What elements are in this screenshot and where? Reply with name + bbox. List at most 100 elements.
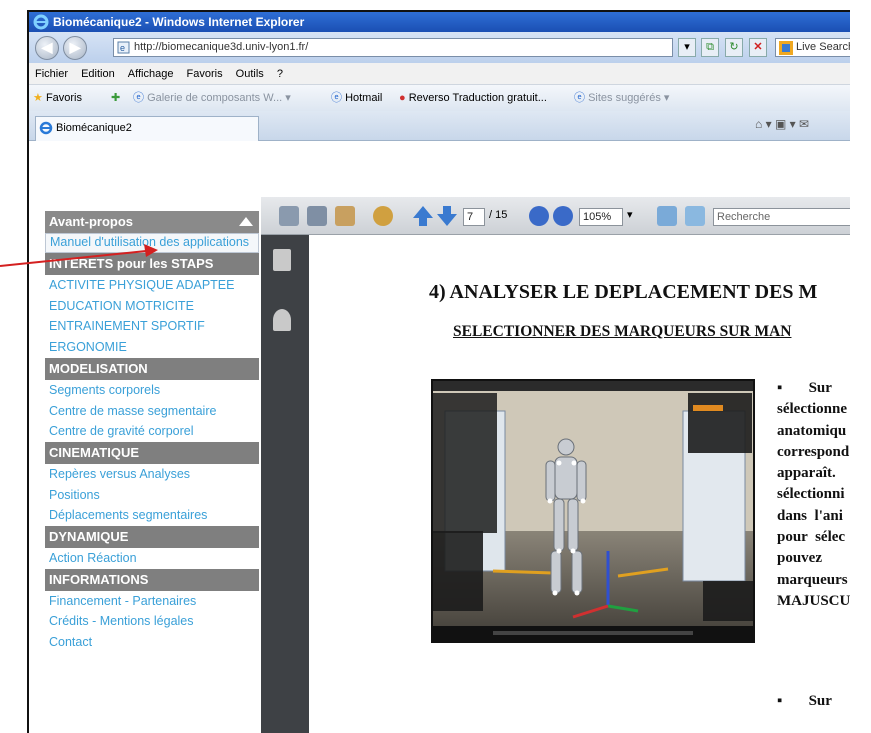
document-subheading: SELECTIONNER DES MARQUEURS SUR MAN bbox=[453, 323, 792, 340]
pdf-document: 4) ANALYSER LE DEPLACEMENT DES M SELECTI… bbox=[309, 235, 871, 733]
document-paragraph: ▪ Sur sélectionne anatomiqu correspond appar… bbox=[777, 378, 860, 612]
hotmail-link[interactable]: ⓔ Hotmail bbox=[331, 85, 382, 111]
menu-edit[interactable]: Edition bbox=[81, 68, 115, 80]
sidebar-header-modelisation[interactable]: MODELISATION bbox=[45, 357, 259, 380]
sidebar-link-deplacements[interactable]: Déplacements segmentaires bbox=[45, 505, 259, 526]
home-icon[interactable]: ⌂ bbox=[755, 117, 762, 131]
sidebar-link-centre-gravite[interactable]: Centre de gravité corporel bbox=[45, 421, 259, 442]
forward-button[interactable]: ▶ bbox=[63, 36, 87, 60]
pages-icon[interactable] bbox=[273, 249, 291, 271]
sidebar-header-dynamique[interactable]: DYNAMIQUE bbox=[45, 526, 259, 549]
comment-icon[interactable] bbox=[373, 206, 393, 226]
sidebar-header-avant-propos[interactable]: Avant-propos bbox=[45, 211, 259, 233]
hotmail-label: Hotmail bbox=[345, 92, 383, 104]
collapse-arrow-icon[interactable] bbox=[239, 217, 253, 226]
sidebar: Avant-propos Manuel d'utilisation des ap… bbox=[45, 211, 259, 653]
page-content: Avant-propos Manuel d'utilisation des ap… bbox=[29, 141, 871, 733]
command-bar: ⌂ ▾ ▣ ▾ ✉ bbox=[755, 117, 810, 131]
sidebar-link-contact[interactable]: Contact bbox=[45, 632, 259, 653]
sidebar-link-apa[interactable]: ACTIVITE PHYSIQUE ADAPTEE bbox=[45, 275, 259, 296]
sidebar-link-reperes[interactable]: Repères versus Analyses bbox=[45, 464, 259, 485]
sidebar-header-cinematique[interactable]: CINEMATIQUE bbox=[45, 441, 259, 464]
paragraph-line: anatomiqu bbox=[777, 422, 847, 439]
next-page-icon[interactable] bbox=[437, 206, 457, 226]
back-button[interactable]: ◀ bbox=[35, 36, 59, 60]
share-icon[interactable] bbox=[335, 206, 355, 226]
favorites-button[interactable]: ★ Favoris bbox=[33, 85, 82, 111]
sidebar-link-centre-masse[interactable]: Centre de masse segmentaire bbox=[45, 401, 259, 422]
section-title: INTERETS pour les STAPS bbox=[49, 256, 214, 271]
save-icon[interactable] bbox=[307, 206, 327, 226]
sidebar-header-interets[interactable]: INTERETS pour les STAPS bbox=[45, 253, 259, 275]
dropdown-arrow-icon[interactable]: ▾ bbox=[678, 38, 696, 57]
menu-tools[interactable]: Outils bbox=[236, 68, 264, 80]
suggested-label: Sites suggérés bbox=[588, 92, 661, 104]
window-title: Biomécanique2 - Windows Internet Explore… bbox=[53, 15, 305, 29]
sidebar-link-action-reaction[interactable]: Action Réaction bbox=[45, 548, 259, 569]
url-text: http://biomecanique3d.univ-lyon1.fr/ bbox=[134, 41, 309, 53]
sidebar-link-positions[interactable]: Positions bbox=[45, 485, 259, 506]
section-title: INFORMATIONS bbox=[49, 571, 149, 587]
zoom-select[interactable]: 105% bbox=[579, 208, 623, 226]
ie-page-icon: ⓔ bbox=[331, 92, 342, 104]
menu-favorites[interactable]: Favoris bbox=[187, 68, 223, 80]
refresh-icon[interactable]: ↻ bbox=[725, 38, 743, 57]
reverso-link[interactable]: ● Reverso Traduction gratuit... bbox=[399, 85, 547, 111]
zoom-in-icon[interactable] bbox=[553, 206, 573, 226]
sidebar-link-segments[interactable]: Segments corporels bbox=[45, 380, 259, 401]
browser-window: Biomécanique2 - Windows Internet Explore… bbox=[27, 10, 871, 733]
menu-file[interactable]: Fichier bbox=[35, 68, 68, 80]
section-title: MODELISATION bbox=[49, 360, 148, 376]
section-title: CINEMATIQUE bbox=[49, 444, 140, 460]
fit-width-icon[interactable] bbox=[657, 206, 677, 226]
stop-icon[interactable]: ✕ bbox=[749, 38, 767, 57]
paragraph-line: apparaît. bbox=[777, 465, 836, 482]
print-icon[interactable] bbox=[279, 206, 299, 226]
biomecanique-app-screenshot bbox=[431, 379, 755, 643]
paragraph-line: sélectionni bbox=[777, 486, 845, 503]
sidebar-link-credits[interactable]: Crédits - Mentions légales bbox=[45, 611, 259, 632]
document-heading: 4) ANALYSER LE DEPLACEMENT DES M bbox=[429, 281, 818, 303]
feeds-icon[interactable]: ▣ bbox=[775, 117, 786, 131]
paragraph-line: pouvez bbox=[777, 550, 822, 567]
sidebar-link-manuel[interactable]: Manuel d'utilisation des applications bbox=[45, 233, 259, 253]
pdf-search-input[interactable]: Recherche bbox=[713, 208, 871, 226]
pdf-toolbar: 7 / 15 105% ▾ Recherche bbox=[261, 197, 871, 235]
gallery-link[interactable]: ⓔ Galerie de composants W... ▾ bbox=[133, 85, 291, 111]
mail-icon[interactable]: ✉ bbox=[799, 117, 809, 131]
sidebar-header-informations[interactable]: INFORMATIONS bbox=[45, 568, 259, 591]
add-favorite-icon[interactable]: ✚ bbox=[111, 85, 120, 111]
paragraph-line: marqueurs bbox=[777, 571, 848, 588]
tab-biomecanique2[interactable]: Biomécanique2 bbox=[35, 116, 259, 141]
tab-bar: Biomécanique2 ⌂ ▾ ▣ ▾ ✉ bbox=[29, 111, 871, 141]
menu-view[interactable]: Affichage bbox=[128, 68, 174, 80]
paragraph-line: correspond bbox=[777, 443, 850, 460]
sidebar-link-financement[interactable]: Financement - Partenaires bbox=[45, 591, 259, 612]
previous-page-icon[interactable] bbox=[413, 206, 433, 226]
reverso-icon: ● bbox=[399, 92, 406, 104]
url-input[interactable]: e http://biomecanique3d.univ-lyon1.fr/ bbox=[113, 38, 673, 57]
paragraph-line: MAJUSCUL bbox=[777, 592, 861, 609]
suggested-sites-link[interactable]: ⓔ Sites suggérés ▾ bbox=[574, 85, 669, 111]
sidebar-link-entrainement[interactable]: ENTRAINEMENT SPORTIF bbox=[45, 316, 259, 337]
ie-logo-icon bbox=[39, 121, 53, 135]
attachments-icon[interactable] bbox=[273, 309, 291, 331]
sidebar-link-ergonomie[interactable]: ERGONOMIE bbox=[45, 337, 259, 358]
sidebar-link-education[interactable]: EDUCATION MOTRICITE bbox=[45, 296, 259, 317]
address-bar: ◀ ▶ e http://biomecanique3d.univ-lyon1.f… bbox=[29, 32, 871, 63]
page-number-input[interactable]: 7 bbox=[463, 208, 485, 226]
zoom-dropdown-icon[interactable]: ▾ bbox=[627, 208, 633, 221]
ie-logo-icon bbox=[33, 14, 49, 30]
compatibility-icon[interactable]: ⧉ bbox=[701, 38, 719, 57]
fit-page-icon[interactable] bbox=[685, 206, 705, 226]
section-title: Avant-propos bbox=[49, 214, 134, 229]
pdf-side-pane bbox=[261, 235, 309, 733]
menu-help[interactable]: ? bbox=[277, 68, 283, 80]
paragraph-line: ▪ Sur bbox=[777, 380, 832, 396]
ie-page-icon: ⓔ bbox=[133, 92, 144, 104]
live-search-icon bbox=[779, 41, 793, 55]
zoom-out-icon[interactable] bbox=[529, 206, 549, 226]
reverso-label: Reverso Traduction gratuit... bbox=[408, 92, 547, 104]
paragraph-line: dans l'ani bbox=[777, 507, 843, 524]
document-bullet: ▪ Sur bbox=[777, 693, 832, 709]
